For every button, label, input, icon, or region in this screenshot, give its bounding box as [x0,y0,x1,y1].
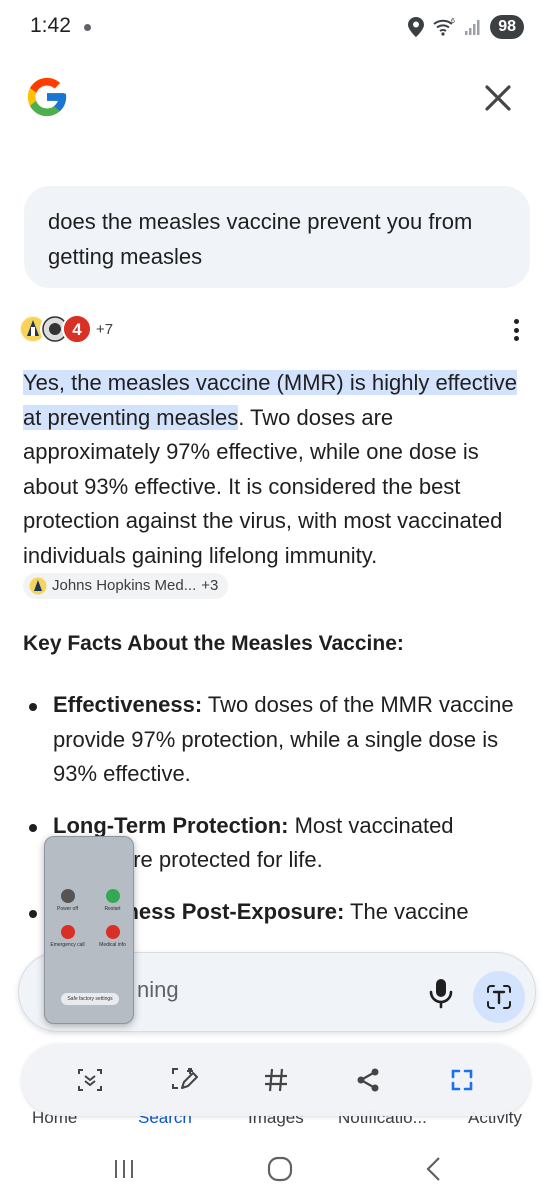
power-off-option: Power off [46,889,90,912]
recents-icon [115,1160,133,1178]
battery-indicator: 98 [490,15,524,39]
back-chevron-icon [426,1157,440,1181]
list-item: Effectiveness: Two doses of the MMR vacc… [23,688,535,792]
hashtag-icon [265,1068,287,1092]
system-nav-bar [0,1140,554,1200]
crop-button[interactable] [444,1062,480,1098]
sources-more-count: +7 [96,320,114,338]
status-icons: 6 98 [408,14,524,40]
close-icon [485,85,511,111]
ask-placeholder: ning [137,977,179,1002]
recents-button[interactable] [106,1154,142,1184]
notification-dot [84,24,91,31]
fact-text: Most vaccinated [288,812,454,838]
emergency-call-option: Emergency call [46,925,90,948]
source-icon-channel4: 4 [62,314,92,344]
ai-answer: Yes, the measles vaccine (MMR) is highly… [23,366,535,608]
edit-icon [172,1068,198,1089]
scroll-capture-button[interactable] [72,1062,108,1098]
hopkins-icon [29,577,47,595]
more-options-button[interactable] [506,316,526,344]
phone-icon [60,925,75,939]
screenshot-toolbar [22,1044,530,1116]
crop-frame-icon [451,1069,473,1091]
tag-button[interactable] [258,1062,294,1098]
more-vert-icon [513,319,519,324]
share-button[interactable] [350,1062,386,1098]
text-lens-button[interactable] [473,971,525,1023]
restart-option: Restart [91,889,134,912]
share-icon [357,1068,379,1092]
back-button[interactable] [416,1154,452,1184]
draw-button[interactable] [166,1062,202,1098]
home-circle-icon [267,1156,293,1182]
power-icon [60,889,75,903]
fact-text: The vaccine [344,898,469,924]
citation-label: Johns Hopkins Med... [52,577,197,594]
close-button[interactable] [478,78,518,118]
citation-more: +3 [201,577,219,594]
query-bubble: does the measles vaccine prevent you fro… [24,186,530,288]
home-button[interactable] [262,1154,298,1184]
citation-chip[interactable]: Johns Hopkins Med... +3 [23,573,229,599]
restart-icon [105,889,120,903]
status-bar: 1:42 6 98 [0,0,554,56]
location-icon [408,17,425,37]
scroll-capture-icon [78,1069,102,1091]
voice-search-button[interactable] [421,973,461,1013]
fact-term: Effectiveness: [53,692,203,717]
status-time: 1:42 [30,14,71,37]
text-scan-icon [487,985,511,1009]
power-menu-thumbnail[interactable]: Power off Restart Emergency call Medical… [44,836,134,1024]
svg-text:6: 6 [451,18,455,25]
svg-text:4: 4 [72,320,82,339]
wifi-icon: 6 [433,18,455,36]
signal-icon [465,20,480,35]
key-facts-heading: Key Facts About the Measles Vaccine: [23,632,404,655]
sources-row[interactable]: 4 +7 [18,312,113,346]
microphone-icon [429,979,453,1009]
fact-term: Long-Term Protection: [53,812,289,838]
medical-info-option: Medical info [91,925,134,948]
fact-term: veness Post-Exposure: [101,898,345,924]
google-logo-icon [27,77,67,117]
safe-factory-button: Safe factory settings [61,993,119,1005]
medical-icon [105,925,120,939]
